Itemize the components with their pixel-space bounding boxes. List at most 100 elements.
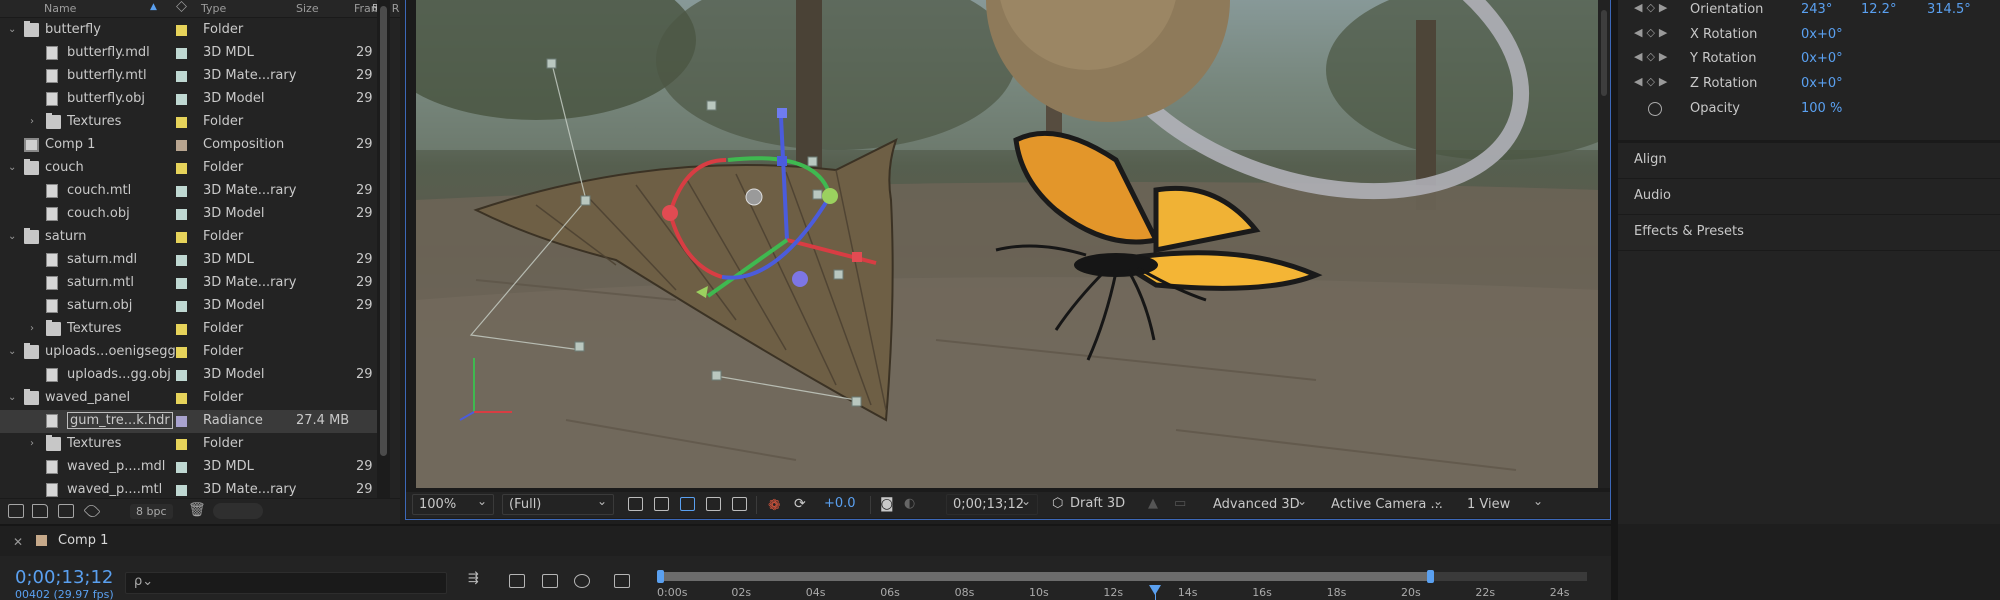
project-item[interactable]: ⌄ couch Folder [0, 157, 378, 180]
close-tab-icon[interactable]: ✕ [13, 535, 23, 549]
grid-guides-icon[interactable] [732, 497, 747, 511]
label-color-swatch[interactable] [176, 186, 187, 197]
label-color-swatch[interactable] [176, 94, 187, 105]
property-value[interactable]: 243° [1801, 2, 1832, 17]
work-area-start-handle[interactable] [657, 570, 664, 583]
label-color-swatch[interactable] [176, 324, 187, 335]
exposure-value[interactable]: +0.0 [824, 496, 856, 514]
chevron-down-icon[interactable]: ⌄ [8, 345, 18, 359]
chevron-down-icon[interactable]: ⌄ [8, 391, 18, 405]
graph-editor-icon[interactable] [614, 574, 630, 588]
chevron-down-icon[interactable]: ⌄ [8, 161, 18, 175]
label-color-swatch[interactable] [176, 117, 187, 128]
label-color-swatch[interactable] [176, 347, 187, 358]
color-depth-button[interactable]: 8 bpc [130, 504, 173, 519]
project-item[interactable]: ⌄ uploads...oenigsegg Folder [0, 341, 378, 364]
project-item[interactable]: butterfly.obj 3D Model 29 [0, 88, 378, 111]
viewer-scroll-thumb[interactable] [1601, 10, 1607, 96]
project-item[interactable]: waved_p....mdl 3D MDL 29 [0, 456, 378, 479]
color-channels-icon[interactable]: ❁ [768, 496, 781, 514]
timeline-search-input[interactable]: ρ⌄ [125, 572, 447, 594]
project-item[interactable]: butterfly.mdl 3D MDL 29 [0, 42, 378, 65]
column-type[interactable]: Type [201, 2, 226, 15]
stopwatch-icon[interactable] [1648, 102, 1662, 116]
column-name[interactable]: Name [44, 2, 76, 15]
project-item[interactable]: uploads...gg.obj 3D Model 29 [0, 364, 378, 387]
project-scroll-thumb[interactable] [380, 6, 387, 456]
reset-exposure-icon[interactable]: ⟳ [794, 496, 806, 514]
project-item[interactable]: ⌄ waved_panel Folder [0, 387, 378, 410]
motion-blur-icon[interactable] [574, 574, 590, 588]
property-value[interactable]: 12.2° [1861, 2, 1896, 17]
renderer-dropdown[interactable]: Advanced 3D [1206, 494, 1314, 515]
keyframe-navigator-icon[interactable]: ◀◇▶ [1634, 50, 1671, 63]
project-item[interactable]: saturn.obj 3D Model 29 [0, 295, 378, 318]
viewer-scrollbar[interactable] [1598, 0, 1610, 488]
project-item[interactable]: › Textures Folder [0, 433, 378, 456]
timeline-current-time[interactable]: 0;00;13;12 [15, 567, 113, 588]
project-item[interactable]: › Textures Folder [0, 318, 378, 341]
chevron-right-icon[interactable]: › [30, 437, 40, 451]
draft-3d-toggle[interactable]: Draft 3D [1070, 496, 1125, 514]
project-item[interactable]: › Textures Folder [0, 111, 378, 134]
composition-viewer[interactable]: 100% (Full) ❁ ⟳ +0.0 ◙ ◐ 0;00;13;12 ⬡ Dr… [405, 0, 1611, 520]
label-color-swatch[interactable] [176, 416, 187, 427]
property-value[interactable]: 0x+0° [1801, 51, 1843, 66]
adjust-project-settings-icon[interactable] [83, 502, 101, 520]
view-layout-dropdown[interactable]: 1 View [1460, 494, 1550, 515]
label-color-swatch[interactable] [176, 48, 187, 59]
project-item[interactable]: saturn.mtl 3D Mate...rary 29 [0, 272, 378, 295]
project-item[interactable]: butterfly.mtl 3D Mate...rary 29 [0, 65, 378, 88]
effects-presets-panel-header[interactable]: Effects & Presets [1618, 214, 2000, 250]
label-color-swatch[interactable] [176, 393, 187, 404]
mask-visibility-icon[interactable] [680, 497, 695, 511]
property-value[interactable]: 0x+0° [1801, 27, 1843, 42]
label-tag-icon[interactable] [176, 1, 187, 12]
label-color-swatch[interactable] [176, 439, 187, 450]
interpret-footage-icon[interactable] [8, 504, 24, 518]
chevron-right-icon[interactable]: › [30, 115, 40, 129]
label-color-swatch[interactable] [176, 370, 187, 381]
extended-viewer-icon[interactable]: ▲ [1148, 496, 1158, 514]
chevron-right-icon[interactable]: › [30, 322, 40, 336]
fast-previews-icon[interactable] [628, 497, 643, 511]
draft-3d-icon[interactable]: ⬡ [1052, 496, 1063, 514]
project-item[interactable]: saturn.mdl 3D MDL 29 [0, 249, 378, 272]
project-item[interactable]: couch.mtl 3D Mate...rary 29 [0, 180, 378, 203]
snapshot-camera-icon[interactable]: ◙ [880, 496, 894, 514]
new-composition-icon[interactable] [58, 504, 74, 518]
property-value[interactable]: 0x+0° [1801, 76, 1843, 91]
align-panel-header[interactable]: Align [1618, 142, 2000, 178]
work-area-end-handle[interactable] [1426, 570, 1434, 583]
project-item[interactable]: gum_tre...k.hdr Radiance 27.4 MB [0, 410, 378, 433]
keyframe-navigator-icon[interactable]: ◀◇▶ [1634, 26, 1671, 39]
chevron-down-icon[interactable]: ⌄ [8, 230, 18, 244]
label-color-swatch[interactable] [176, 163, 187, 174]
keyframe-navigator-icon[interactable]: ◀◇▶ [1634, 75, 1671, 88]
column-size[interactable]: Size [296, 2, 319, 15]
time-ruler[interactable]: 0:00s 02s 04s 06s 08s 10s 12s 14s 16s 18s 20s 22s 24… [657, 568, 1587, 600]
label-color-swatch[interactable] [176, 25, 187, 36]
ground-plane-icon[interactable]: ▭ [1174, 496, 1186, 514]
label-color-swatch[interactable] [176, 462, 187, 473]
label-color-swatch[interactable] [176, 209, 187, 220]
label-color-swatch[interactable] [176, 278, 187, 289]
project-item[interactable]: couch.obj 3D Model 29 [0, 203, 378, 226]
label-color-swatch[interactable] [176, 232, 187, 243]
search-pill[interactable] [213, 503, 263, 519]
work-area-bar[interactable] [657, 572, 1431, 581]
new-folder-icon[interactable] [32, 504, 48, 518]
resolution-dropdown[interactable]: (Full) [502, 494, 614, 515]
opacity-value[interactable]: 100 % [1801, 101, 1842, 116]
current-time-display[interactable]: 0;00;13;12 [946, 494, 1038, 515]
label-color-swatch[interactable] [176, 71, 187, 82]
project-item[interactable]: Comp 1 Composition 29 [0, 134, 378, 157]
magnification-dropdown[interactable]: 100% [412, 494, 494, 515]
project-item[interactable]: waved_p....mtl 3D Mate...rary 29 [0, 479, 378, 499]
chevron-down-icon[interactable]: ⌄ [8, 23, 18, 37]
project-item[interactable]: ⌄ saturn Folder [0, 226, 378, 249]
show-snapshot-icon[interactable]: ◐ [904, 496, 915, 514]
audio-panel-header[interactable]: Audio [1618, 178, 2000, 214]
project-scrollbar[interactable] [377, 0, 390, 498]
composition-canvas[interactable] [416, 0, 1600, 488]
